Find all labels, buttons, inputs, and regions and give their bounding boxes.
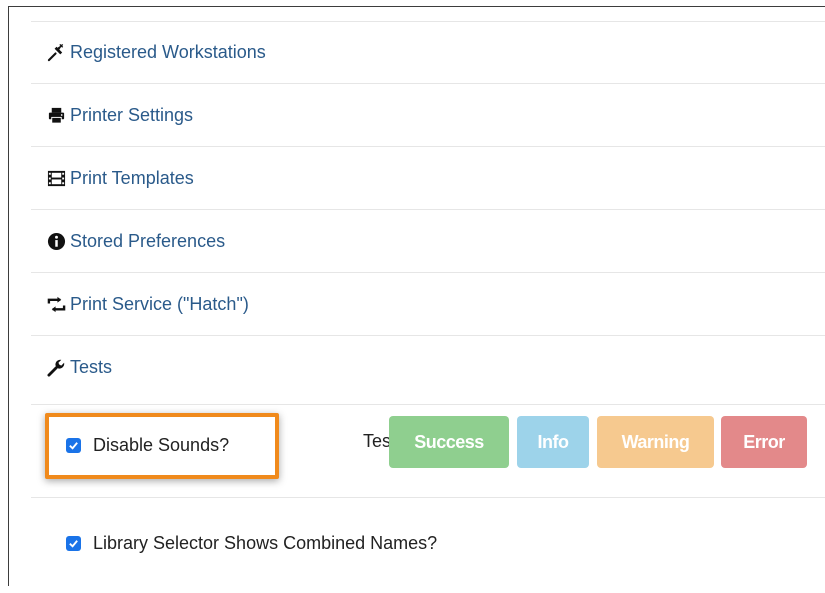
printer-icon bbox=[45, 105, 67, 125]
wrench-icon bbox=[45, 357, 67, 377]
test-success-button[interactable]: Success bbox=[389, 416, 509, 468]
checkmark-icon bbox=[69, 442, 78, 450]
printer-settings-link[interactable]: Printer Settings bbox=[45, 105, 193, 126]
test-error-button[interactable]: Error bbox=[721, 416, 807, 468]
settings-panel: Registered Workstations Printer Settings… bbox=[8, 6, 825, 586]
sound-settings-row: Disable Sounds? Test: Success Info Warni… bbox=[31, 404, 825, 490]
menu-item-print-service[interactable]: Print Service ("Hatch") bbox=[31, 272, 825, 335]
stored-preferences-link[interactable]: Stored Preferences bbox=[45, 231, 225, 252]
print-templates-link[interactable]: Print Templates bbox=[45, 168, 194, 189]
menu-item-registered-workstations[interactable]: Registered Workstations bbox=[31, 21, 825, 83]
disable-sounds-label: Disable Sounds? bbox=[93, 435, 230, 455]
menu-item-label: Registered Workstations bbox=[70, 42, 266, 62]
disable-sounds-control[interactable]: Disable Sounds? bbox=[66, 435, 229, 456]
menu-item-label: Print Templates bbox=[70, 167, 194, 188]
library-selector-row: Library Selector Shows Combined Names? bbox=[31, 497, 825, 593]
registered-workstations-link[interactable]: Registered Workstations bbox=[45, 42, 266, 63]
test-warning-button[interactable]: Warning bbox=[597, 416, 714, 468]
print-service-link[interactable]: Print Service ("Hatch") bbox=[45, 294, 249, 315]
test-info-button[interactable]: Info bbox=[517, 416, 589, 468]
menu-item-label: Printer Settings bbox=[70, 104, 194, 125]
menu-item-tests[interactable]: Tests bbox=[31, 335, 825, 398]
tests-link[interactable]: Tests bbox=[45, 357, 112, 378]
menu-item-label: Print Service ("Hatch") bbox=[70, 293, 249, 314]
checkmark-icon bbox=[69, 540, 78, 548]
film-icon bbox=[45, 168, 67, 188]
combined-names-checkbox[interactable] bbox=[66, 536, 81, 551]
menu-item-stored-preferences[interactable]: Stored Preferences bbox=[31, 209, 825, 272]
info-sign-icon bbox=[45, 231, 67, 251]
disable-sounds-checkbox[interactable] bbox=[66, 438, 81, 453]
admin-menu-list: Registered Workstations Printer Settings… bbox=[31, 21, 825, 398]
menu-item-printer-settings[interactable]: Printer Settings bbox=[31, 83, 825, 146]
menu-item-label: Tests bbox=[70, 356, 113, 377]
pushpin-icon bbox=[45, 43, 67, 63]
combined-names-label: Library Selector Shows Combined Names? bbox=[93, 533, 438, 553]
menu-item-label: Stored Preferences bbox=[70, 230, 226, 251]
retweet-icon bbox=[45, 294, 67, 314]
combined-names-control[interactable]: Library Selector Shows Combined Names? bbox=[66, 533, 437, 554]
menu-item-print-templates[interactable]: Print Templates bbox=[31, 146, 825, 209]
